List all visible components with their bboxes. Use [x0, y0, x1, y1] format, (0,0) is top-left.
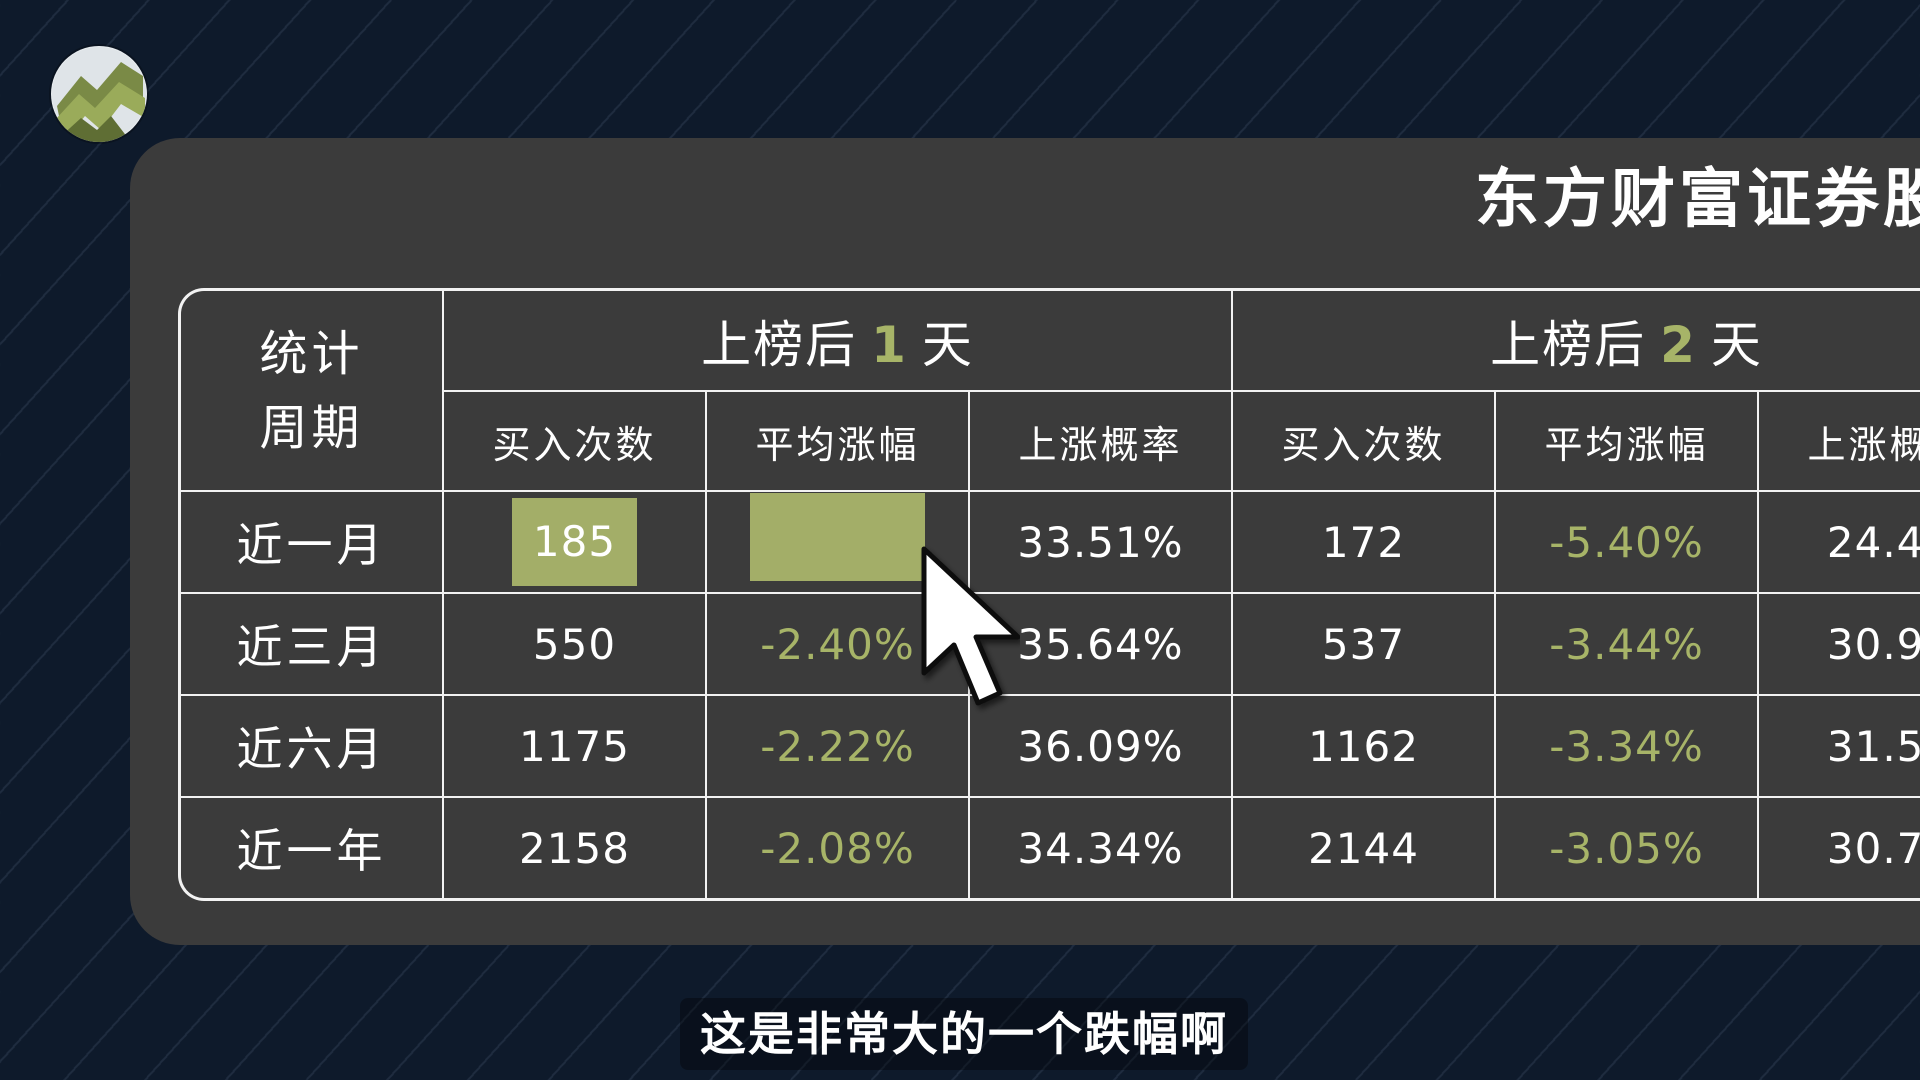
- group-header-suffix: 天: [921, 315, 974, 374]
- highlight-block: [750, 493, 925, 581]
- row-period-label: 近一年: [181, 796, 444, 898]
- group-header-day-number: 1: [871, 315, 908, 374]
- channel-logo-icon: [51, 46, 147, 142]
- buy-count-cell: 550: [442, 592, 707, 696]
- subheader-buy-count: 买入次数: [1231, 390, 1497, 492]
- avg-change-cell: -3.34%: [1494, 694, 1760, 798]
- buy-count-cell: 185: [442, 490, 707, 594]
- highlighted-value: 185: [512, 498, 637, 586]
- stats-table: 统计 周期 上榜后 1 天 上榜后 2 天 买入次数 平均涨幅 上涨概率 买入次数 平均…: [181, 291, 1920, 898]
- rise-probability-cell: 30.91: [1757, 592, 1920, 696]
- period-column-header: 统计 周期: [181, 291, 444, 492]
- subheader-buy-count: 买入次数: [443, 390, 707, 492]
- avg-change-cell: -3.44%: [1494, 592, 1760, 696]
- period-header-line1: 统计: [259, 325, 364, 382]
- group-header-prefix: 上榜后: [1490, 315, 1647, 374]
- subheader-avg-change: 平均涨幅: [705, 390, 970, 492]
- buy-count-cell: 1175: [442, 694, 707, 798]
- buy-count-cell: 1162: [1231, 694, 1497, 798]
- card-title: 东方财富证券股: [1475, 163, 1920, 237]
- group-header-day2: 上榜后 2 天: [1231, 291, 1920, 392]
- rise-probability-cell: 31.50: [1757, 694, 1920, 798]
- table-row: 近六月 1175 -2.22% 36.09% 1162 -3.34% 31.50: [181, 694, 1920, 798]
- table-header-group-row: 统计 周期 上榜后 1 天 上榜后 2 天: [181, 291, 1920, 492]
- content-card: 东方财富证券股 统计 周期 上榜后 1 天 上榜后 2 天 买入次数 平均涨幅 …: [130, 138, 1920, 945]
- buy-count-cell: 2144: [1231, 796, 1497, 898]
- buy-count-cell: 537: [1231, 592, 1497, 696]
- rise-probability-cell: 24.42: [1757, 490, 1920, 594]
- table-row: 近三月 550 -2.40% 35.64% 537 -3.44% 30.91: [181, 592, 1920, 696]
- rise-probability-cell: 30.78: [1757, 796, 1920, 898]
- group-header-suffix: 天: [1710, 315, 1763, 374]
- row-period-label: 近一月: [181, 490, 444, 594]
- row-period-label: 近三月: [181, 592, 444, 696]
- row-period-label: 近六月: [181, 694, 444, 798]
- mouse-cursor-icon: [921, 546, 1020, 706]
- buy-count-cell: 2158: [442, 796, 707, 898]
- group-header-prefix: 上榜后: [701, 315, 858, 374]
- avg-change-cell: -2.08%: [705, 796, 970, 898]
- rise-probability-cell: 34.34%: [967, 796, 1234, 898]
- subheader-rise-probability: 上涨概率: [1757, 390, 1920, 492]
- avg-change-cell: -3.05%: [1494, 796, 1760, 898]
- stats-table-frame: 统计 周期 上榜后 1 天 上榜后 2 天 买入次数 平均涨幅 上涨概率 买入次数 平均…: [178, 288, 1920, 901]
- buy-count-cell: 172: [1231, 490, 1497, 594]
- video-subtitle: 这是非常大的一个跌幅啊: [680, 998, 1248, 1070]
- subheader-rise-probability: 上涨概率: [967, 390, 1234, 492]
- period-header-line2: 周期: [259, 399, 364, 456]
- table-row: 近一年 2158 -2.08% 34.34% 2144 -3.05% 30.78: [181, 796, 1920, 898]
- subheader-avg-change: 平均涨幅: [1494, 390, 1760, 492]
- group-header-day-number: 2: [1660, 315, 1697, 374]
- group-header-day1: 上榜后 1 天: [441, 291, 1234, 392]
- table-row: 近一月 185 33.51% 172 -5.40% 24.42: [181, 490, 1920, 594]
- avg-change-cell: -5.40%: [1494, 490, 1760, 594]
